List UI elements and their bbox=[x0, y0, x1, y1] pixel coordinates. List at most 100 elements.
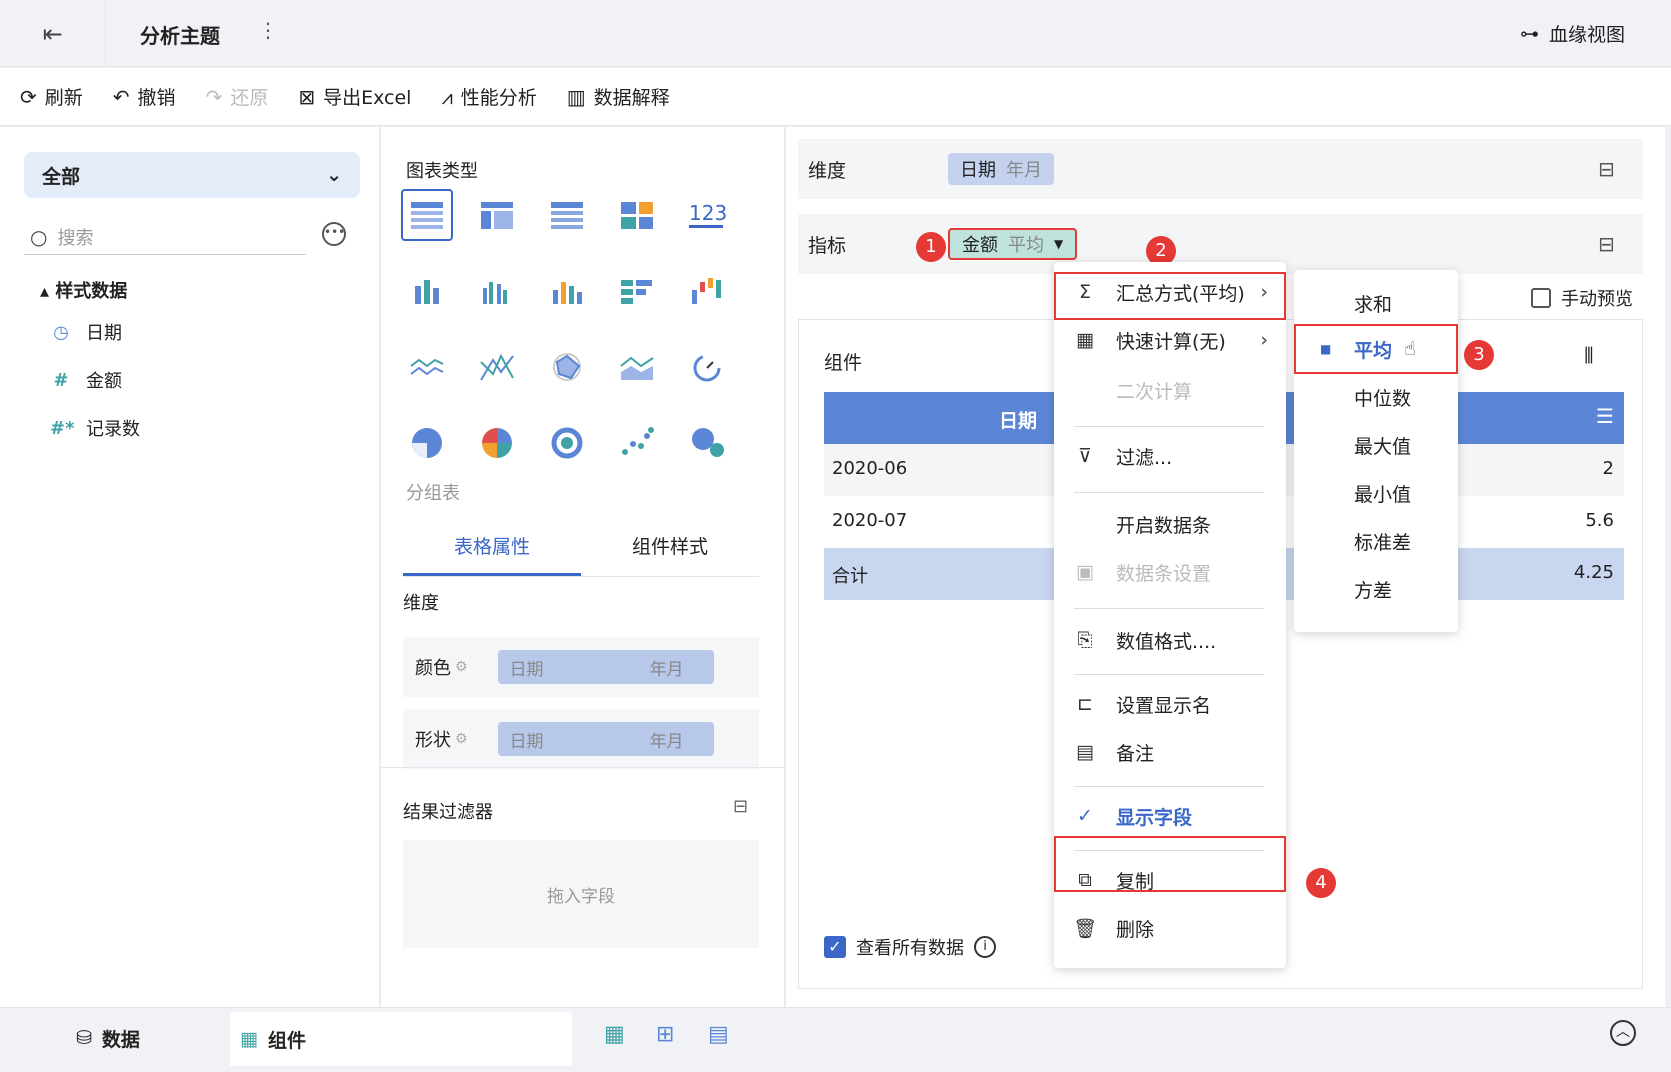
sort-icon[interactable]: ☰ bbox=[1596, 404, 1614, 428]
data-explain-button[interactable]: ▥ 数据解释 bbox=[567, 83, 670, 110]
comment-icon: ▤ bbox=[1076, 741, 1094, 763]
dataset-dropdown[interactable]: 全部 ⌄ bbox=[24, 152, 360, 198]
add-chart-icon[interactable]: ▦ bbox=[604, 1022, 625, 1047]
menu-item-enable-databar[interactable]: 开启数据条 bbox=[1054, 502, 1286, 546]
chart-grouped-bar-icon[interactable] bbox=[471, 265, 523, 317]
lineage-view-button[interactable]: ⊶ 血缘视图 bbox=[1520, 20, 1625, 47]
color-field-chip[interactable]: 日期 年月 bbox=[497, 650, 714, 684]
menu-item-quick-calc[interactable]: ▦ 快速计算(无) › bbox=[1054, 318, 1286, 362]
chart-crosstab-icon[interactable] bbox=[471, 189, 523, 241]
calc-number-icon: #* bbox=[50, 417, 75, 439]
submenu-item-max[interactable]: 最大值 bbox=[1294, 422, 1458, 468]
field-item-amount[interactable]: # 金额 bbox=[50, 367, 140, 393]
step-badge-4: 4 bbox=[1306, 868, 1336, 898]
top-bar: ⇤ 分析主题 ⋮ ⊶ 血缘视图 bbox=[0, 0, 1671, 67]
databar-icon: ▣ bbox=[1076, 561, 1094, 583]
chart-number-icon[interactable]: 123 bbox=[681, 189, 733, 241]
svg-text:123: 123 bbox=[689, 201, 727, 225]
chart-column-icon[interactable] bbox=[541, 265, 593, 317]
add-report-icon[interactable]: ▤ bbox=[708, 1022, 729, 1047]
dimension-field-chip[interactable]: 日期 年月 bbox=[948, 153, 1054, 185]
chart-horizontal-bar-icon[interactable] bbox=[611, 265, 663, 317]
shape-field-chip[interactable]: 日期 年月 bbox=[497, 722, 714, 756]
chart-gauge-icon[interactable] bbox=[681, 341, 733, 393]
chart-waterfall-icon[interactable] bbox=[681, 265, 733, 317]
chart-line-icon[interactable] bbox=[401, 341, 453, 393]
manual-preview-checkbox[interactable]: 手动预览 bbox=[1531, 285, 1633, 311]
briefcase-icon[interactable]: ⊟ bbox=[733, 796, 748, 817]
submenu-item-median[interactable]: 中位数 bbox=[1294, 374, 1458, 420]
chart-radar-line-icon[interactable] bbox=[471, 341, 523, 393]
export-excel-button[interactable]: ⊠ 导出Excel bbox=[298, 83, 411, 110]
chart-table-icon[interactable] bbox=[401, 189, 453, 241]
result-filter-section: 结果过滤器 ⊟ 拖入字段 bbox=[381, 767, 785, 1007]
info-icon[interactable]: i bbox=[974, 936, 996, 958]
collapse-up-icon[interactable]: ︿ bbox=[1610, 1020, 1636, 1046]
view-all-data-checkbox[interactable]: ✓ 查看所有数据 i bbox=[824, 934, 996, 960]
field-item-count[interactable]: #* 记录数 bbox=[50, 415, 140, 441]
undo-icon: ↶ bbox=[112, 84, 130, 109]
chart-bubble-icon[interactable] bbox=[681, 417, 733, 469]
database-icon: ⛁ bbox=[76, 1027, 92, 1049]
menu-item-number-format[interactable]: ⎘ 数值格式.... bbox=[1054, 618, 1286, 662]
more-menu-icon[interactable]: ⋮ bbox=[258, 18, 278, 42]
menu-item-filter[interactable]: ⊽ 过滤... bbox=[1054, 434, 1286, 478]
submenu-item-min[interactable]: 最小值 bbox=[1294, 470, 1458, 516]
chevron-down-icon: ⌄ bbox=[326, 164, 342, 186]
highlight-box bbox=[1054, 272, 1286, 320]
redo-button[interactable]: ↷ 还原 bbox=[206, 83, 269, 110]
config-panel: 图表类型 123 分组表 表格属性 组件样式 维度 颜色 ⚙ 日期 年月 形状 ⚙ 日… bbox=[381, 127, 785, 1007]
tab-table-properties[interactable]: 表格属性 bbox=[403, 517, 581, 576]
menu-item-delete[interactable]: 🗑 删除 bbox=[1054, 906, 1286, 950]
search-input[interactable]: ○ 搜索 bbox=[24, 219, 306, 255]
chart-pie-icon[interactable] bbox=[401, 417, 453, 469]
submenu-item-stddev[interactable]: 标准差 bbox=[1294, 518, 1458, 564]
menu-item-databar-settings[interactable]: ▣ 数据条设置 bbox=[1054, 550, 1286, 594]
menu-item-secondary-calc[interactable]: 二次计算 bbox=[1054, 368, 1286, 412]
briefcase-icon[interactable]: ⊟ bbox=[1598, 157, 1615, 181]
menu-item-note[interactable]: ▤ 备注 bbox=[1054, 730, 1286, 774]
chart-scatter-icon[interactable] bbox=[611, 417, 663, 469]
chart-kpi-card-icon[interactable] bbox=[611, 189, 663, 241]
refresh-button[interactable]: ⟳ 刷新 bbox=[20, 83, 83, 110]
chart-rose-icon[interactable] bbox=[471, 417, 523, 469]
dimension-row: 维度 日期 年月 ⊟ bbox=[798, 139, 1643, 199]
submenu-item-variance[interactable]: 方差 bbox=[1294, 566, 1458, 612]
filter-icon: ⊽ bbox=[1078, 445, 1092, 467]
dimension-label: 维度 bbox=[403, 593, 439, 614]
filter-drop-zone[interactable]: 拖入字段 bbox=[403, 840, 759, 948]
add-dashboard-icon[interactable]: ⊞ bbox=[656, 1022, 674, 1047]
tab-data[interactable]: ⛁ 数据 bbox=[76, 1012, 140, 1064]
performance-analysis-button[interactable]: ⩘ 性能分析 bbox=[441, 83, 536, 110]
tree-group[interactable]: ▴ 样式数据 bbox=[40, 277, 140, 303]
field-item-date[interactable]: ◷ 日期 bbox=[50, 319, 140, 345]
menu-item-show-field[interactable]: ✓ 显示字段 bbox=[1054, 794, 1286, 838]
chart-area-icon[interactable] bbox=[611, 341, 663, 393]
caret-down-icon: ▼ bbox=[1054, 237, 1064, 251]
color-property-row: 颜色 ⚙ 日期 年月 bbox=[403, 637, 759, 697]
gear-icon[interactable]: ⚙ bbox=[455, 731, 468, 747]
undo-button[interactable]: ↶ 撤销 bbox=[113, 83, 176, 110]
chart-stacked-bar-icon[interactable] bbox=[401, 265, 453, 317]
briefcase-icon[interactable]: ⊟ bbox=[1598, 232, 1615, 256]
chart-detail-table-icon[interactable] bbox=[541, 189, 593, 241]
toolbar: ⟳ 刷新 ↶ 撤销 ↷ 还原 ⊠ 导出Excel ⩘ 性能分析 ▥ 数据解释 bbox=[0, 68, 1671, 126]
rename-icon: ⊏ bbox=[1077, 693, 1093, 715]
submenu-item-sum[interactable]: 求和 bbox=[1294, 280, 1458, 326]
tab-component-style[interactable]: 组件样式 bbox=[581, 517, 759, 576]
performance-icon: ⩘ bbox=[441, 84, 453, 109]
back-button[interactable]: ⇤ bbox=[0, 0, 106, 67]
excel-icon: ⊠ bbox=[298, 84, 316, 109]
checkbox-checked-icon: ✓ bbox=[824, 936, 846, 958]
chart-settings-icon[interactable]: ⦀ bbox=[1584, 344, 1594, 369]
calculator-icon: ▦ bbox=[1076, 329, 1094, 351]
field-tree: ▴ 样式数据 ◷ 日期 # 金额 #* 记录数 bbox=[40, 277, 140, 463]
chart-subtype-label: 分组表 bbox=[406, 483, 460, 504]
menu-item-display-name[interactable]: ⊏ 设置显示名 bbox=[1054, 682, 1286, 726]
gear-icon[interactable]: ⚙ bbox=[455, 659, 468, 675]
chart-donut-icon[interactable] bbox=[541, 417, 593, 469]
tab-component[interactable]: ▦ 组件 bbox=[230, 1012, 572, 1066]
more-options-icon[interactable]: ••• bbox=[322, 222, 346, 246]
metric-field-chip[interactable]: 金额 平均 ▼ bbox=[948, 228, 1078, 260]
chart-radar-icon[interactable] bbox=[541, 341, 593, 393]
